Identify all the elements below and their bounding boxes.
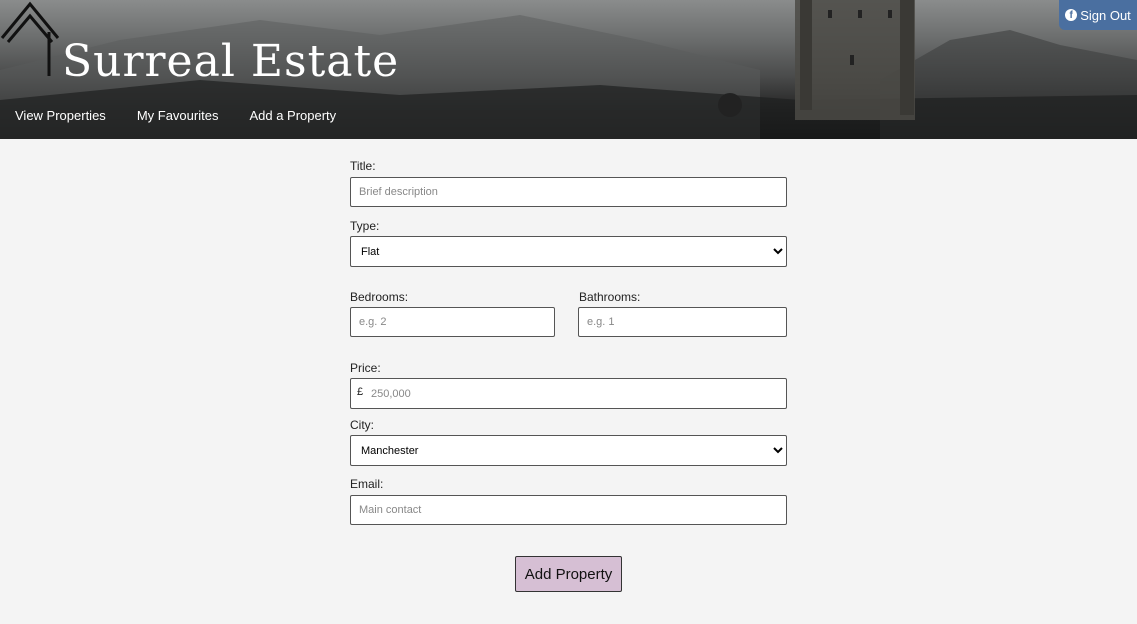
nav-my-favourites[interactable]: My Favourites	[137, 108, 219, 123]
add-property-button[interactable]: Add Property	[515, 556, 622, 592]
bathrooms-label: Bathrooms:	[579, 290, 641, 304]
bedrooms-label: Bedrooms:	[350, 290, 409, 304]
sign-out-button[interactable]: f Sign Out	[1059, 0, 1137, 30]
house-roof-icon	[0, 1, 60, 76]
city-select[interactable]: Manchester	[350, 435, 787, 466]
title-input[interactable]	[350, 177, 787, 207]
main-nav: View Properties My Favourites Add a Prop…	[15, 108, 367, 123]
title-label: Title:	[350, 159, 376, 173]
bedrooms-input[interactable]	[350, 307, 555, 337]
city-label: City:	[350, 418, 374, 432]
nav-add-property[interactable]: Add a Property	[249, 108, 336, 123]
facebook-icon: f	[1065, 9, 1078, 21]
email-label: Email:	[350, 477, 384, 491]
price-input[interactable]	[363, 379, 799, 408]
sign-out-label: Sign Out	[1080, 7, 1131, 23]
brand-title: Surreal Estate	[62, 36, 400, 87]
nav-view-properties[interactable]: View Properties	[15, 108, 106, 123]
price-label: Price:	[350, 361, 381, 375]
bathrooms-input[interactable]	[578, 307, 787, 337]
email-input[interactable]	[350, 495, 787, 525]
price-field: £	[350, 378, 799, 409]
type-label: Type:	[350, 219, 380, 233]
type-select[interactable]: Flat	[350, 236, 787, 267]
header-banner: Surreal Estate View Properties My Favour…	[0, 0, 1137, 139]
